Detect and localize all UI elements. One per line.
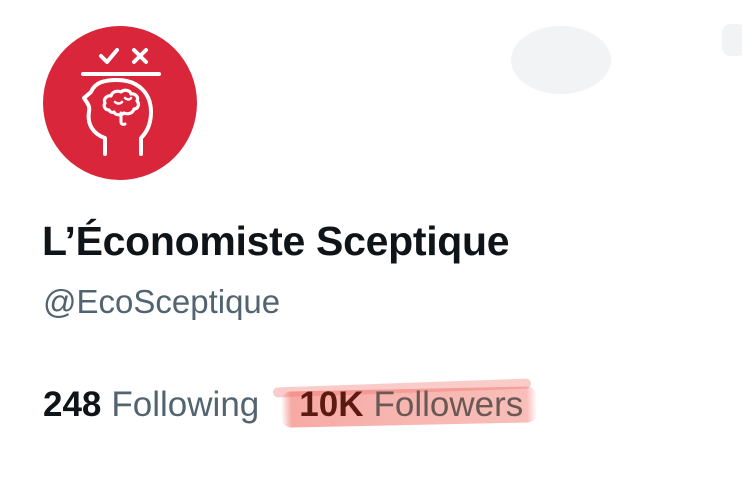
avatar[interactable] (43, 26, 197, 180)
followers-label: Followers (373, 385, 524, 424)
check-icon (99, 48, 119, 64)
following-stat[interactable]: 248 Following (43, 385, 259, 425)
head-brain-icon (81, 48, 161, 156)
faded-icon (511, 26, 611, 94)
profile-stats: 248 Following 10K Followers (43, 378, 538, 428)
followers-stat[interactable]: 10K Followers (273, 378, 538, 428)
profile-handle: @EcoSceptique (43, 283, 281, 320)
profile-header: L’Économiste Sceptique @EcoSceptique 248… (0, 0, 742, 478)
following-count: 248 (43, 385, 102, 424)
cross-icon (132, 48, 148, 64)
faded-icon (722, 24, 742, 56)
following-label: Following (111, 385, 260, 424)
followers-count: 10K (299, 385, 364, 424)
display-name: L’Économiste Sceptique (42, 218, 510, 264)
